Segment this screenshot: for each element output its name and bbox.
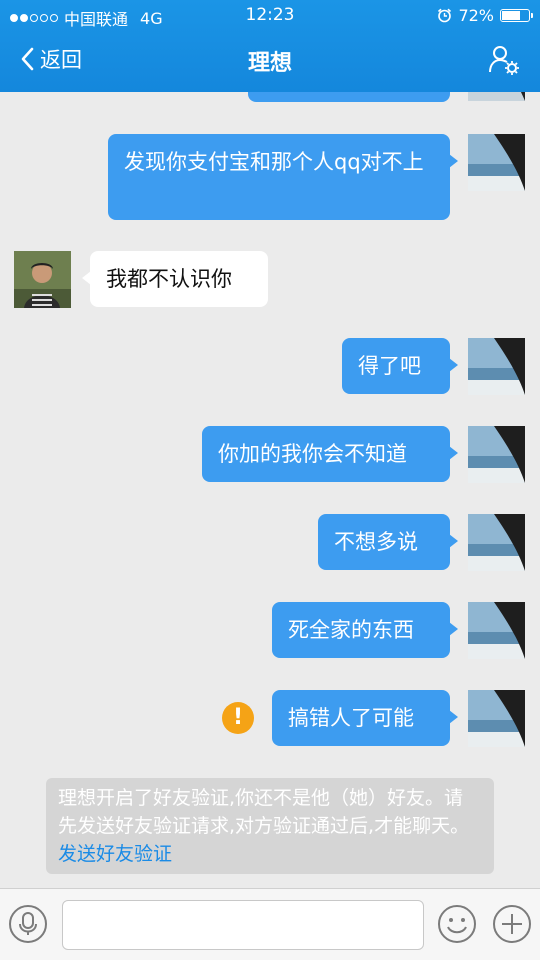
chat-area[interactable]: 发现你支付宝和那个人qq对不上 我都不认识你 得了吧 你加的我你会不知道 不想多… [0,92,540,888]
message-bubble[interactable]: 搞错人了可能 [272,690,458,746]
message-bubble[interactable]: 发现你支付宝和那个人qq对不上 [108,134,458,220]
input-bar [0,888,540,960]
my-avatar[interactable] [468,338,525,395]
message-text: 不想多说 [334,530,418,554]
friend-verification-notice: 理想开启了好友验证,你还不是他（她）好友。请先发送好友验证请求,对方验证通过后,… [46,778,494,874]
previous-message-bubble[interactable] [248,92,450,102]
header: 中国联通 4G 12:23 72% 返回 理想 [0,0,540,92]
message-text: 你加的我你会不知道 [218,442,407,466]
emoji-icon [438,905,476,943]
message-input[interactable] [62,900,424,950]
back-label: 返回 [40,48,82,72]
message-bubble[interactable]: 死全家的东西 [272,602,458,658]
back-button[interactable]: 返回 [20,44,82,74]
message-text: 得了吧 [358,354,421,378]
alarm-icon [438,8,452,23]
voice-icon [9,905,47,943]
emoji-button[interactable] [437,904,477,944]
message-bubble[interactable]: 你加的我你会不知道 [202,426,458,482]
battery-fill [502,11,520,20]
message-bubble[interactable]: 不想多说 [318,514,458,570]
more-button[interactable] [492,904,532,944]
profile-settings-button[interactable] [488,44,520,76]
my-avatar[interactable] [468,134,525,191]
message-text: 我都不认识你 [106,267,232,291]
status-right: 72% [437,6,533,25]
plus-icon [493,905,531,943]
profile-settings-icon [489,46,519,75]
contact-avatar[interactable] [14,251,71,308]
status-bar: 中国联通 4G 12:23 72% [0,0,540,30]
message-bubble[interactable]: 我都不认识你 [82,251,268,307]
message-bubble[interactable]: 得了吧 [342,338,458,394]
message-text: 发现你支付宝和那个人qq对不上 [124,150,424,174]
battery-icon [500,9,533,22]
my-avatar[interactable] [468,514,525,571]
voice-button[interactable] [8,904,48,944]
back-chevron-icon [21,47,34,71]
warning-icon[interactable]: ! [222,702,254,734]
send-friend-request-link[interactable]: 发送好友验证 [58,843,172,865]
notice-text: 理想开启了好友验证,你还不是他（她）好友。请先发送好友验证请求,对方验证通过后,… [58,787,470,837]
battery-percent: 72% [458,6,494,25]
my-avatar[interactable] [468,92,525,101]
my-avatar[interactable] [468,690,525,747]
my-avatar[interactable] [468,602,525,659]
battery-cap [531,13,533,18]
my-avatar[interactable] [468,426,525,483]
message-text: 搞错人了可能 [288,706,414,730]
message-text: 死全家的东西 [288,618,414,642]
